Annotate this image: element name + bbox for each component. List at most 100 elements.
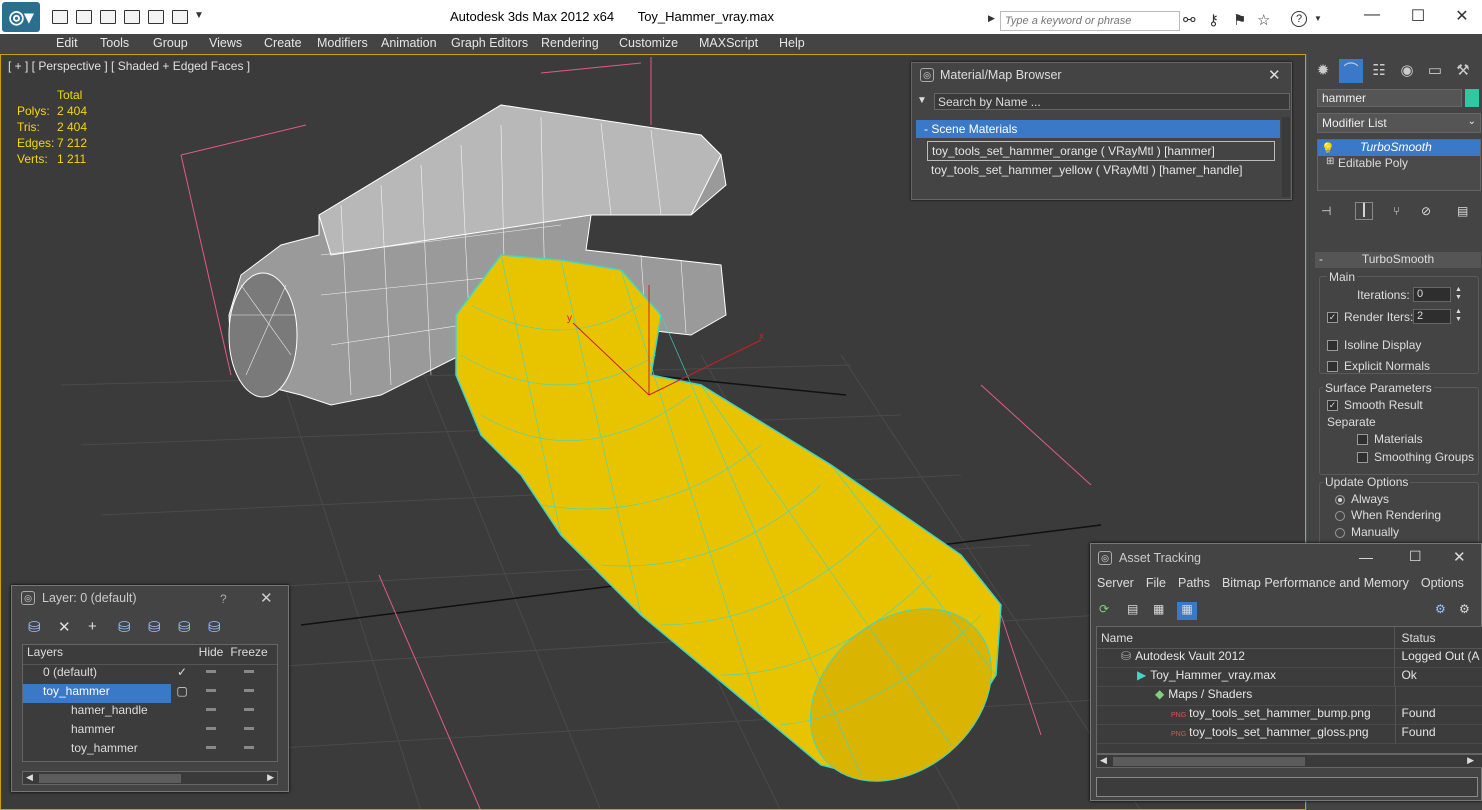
asset-row[interactable]: ⛁ Autodesk Vault 2012 Logged Out (A (1097, 649, 1482, 668)
smoothing-groups-checkbox[interactable]: Smoothing Groups (1357, 450, 1474, 464)
app-menu-button[interactable]: ◎▾ (2, 2, 40, 32)
asset-path-field[interactable] (1096, 777, 1478, 797)
menu-customize[interactable]: Customize (619, 36, 678, 50)
modify-tab-icon[interactable]: ⌒ (1339, 59, 1363, 83)
add-to-layer-icon[interactable]: + (88, 618, 97, 635)
explicit-normals-checkbox[interactable]: Explicit Normals (1327, 359, 1430, 373)
search-input[interactable]: Type a keyword or phrase (1000, 11, 1180, 31)
minimize-button[interactable]: — (1352, 6, 1392, 24)
minimize-button[interactable]: — (1359, 549, 1373, 565)
scroll-left-icon[interactable]: ◀ (1100, 755, 1107, 766)
tree-view-icon[interactable]: ▦ (1153, 602, 1164, 616)
material-row[interactable]: toy_tools_set_hammer_orange ( VRayMtl ) … (927, 141, 1275, 161)
menu-file[interactable]: File (1146, 576, 1166, 590)
communication-center-icon[interactable]: ⚑ (1233, 11, 1246, 29)
open-file-icon[interactable] (52, 10, 68, 24)
undo-icon[interactable] (148, 10, 164, 24)
freeze-toggle[interactable]: ▬ (229, 703, 269, 722)
menu-group[interactable]: Group (153, 36, 188, 50)
delete-layer-icon[interactable]: ✕ (58, 618, 71, 636)
scroll-thumb[interactable] (39, 774, 181, 783)
redo-icon[interactable] (172, 10, 188, 24)
asset-row[interactable]: ▶ Toy_Hammer_vray.max Ok (1097, 668, 1482, 687)
search-expand-icon[interactable]: ▶ (988, 13, 995, 24)
display-tab-icon[interactable]: ▭ (1423, 59, 1447, 83)
binoculars-icon[interactable]: ⚯ (1183, 11, 1196, 29)
col-freeze[interactable]: Freeze (229, 645, 269, 664)
asset-row[interactable]: PNG toy_tools_set_hammer_bump.png Found (1097, 706, 1482, 725)
menu-help[interactable]: Help (779, 36, 805, 50)
freeze-toggle[interactable]: ▬ (229, 741, 269, 760)
iterations-spinner[interactable]: 0 (1413, 287, 1451, 302)
hide-toggle[interactable]: ▬ (193, 722, 229, 741)
menu-edit[interactable]: Edit (56, 36, 78, 50)
lightbulb-icon[interactable]: 💡 (1321, 142, 1335, 155)
menu-tools[interactable]: Tools (100, 36, 129, 50)
help-dropdown-icon[interactable]: ▼ (1314, 14, 1322, 23)
scene-materials-group[interactable]: - Scene Materials (916, 120, 1280, 138)
stack-item-editable-poly[interactable]: ⊞ Editable Poly (1318, 156, 1480, 172)
freeze-toggle[interactable]: ▬ (229, 665, 269, 684)
show-end-result-icon[interactable]: ┃ (1355, 202, 1373, 220)
spinner-arrows-icon[interactable]: ▲ ▼ (1455, 308, 1462, 324)
hide-unhide-all-icon[interactable]: ⛁ (178, 618, 191, 636)
remove-modifier-icon[interactable]: ⊘ (1421, 204, 1431, 218)
help-icon[interactable]: ? (220, 592, 227, 606)
hide-toggle[interactable]: ▬ (193, 703, 229, 722)
vertical-scrollbar[interactable] (1282, 117, 1290, 197)
create-tab-icon[interactable]: ✹ (1311, 59, 1335, 83)
material-search-input[interactable]: Search by Name ... (934, 93, 1290, 110)
materials-checkbox[interactable]: Materials (1357, 432, 1423, 446)
close-icon[interactable]: ✕ (260, 589, 273, 607)
context-help-icon[interactable]: ⚙ (1459, 602, 1470, 616)
render-iters-checkbox[interactable]: ✓ Render Iters: (1327, 310, 1413, 324)
save-file-icon[interactable] (76, 10, 92, 24)
freeze-toggle[interactable]: ▬ (229, 684, 269, 703)
menu-views[interactable]: Views (209, 36, 242, 50)
current-layer-checkmark-icon[interactable]: ✓ (171, 665, 193, 684)
set-current-layer-icon[interactable]: ▢ (171, 684, 193, 703)
subscription-key-icon[interactable]: ⚷ (1208, 11, 1219, 29)
hierarchy-tab-icon[interactable]: ☷ (1367, 59, 1391, 83)
layer-row[interactable]: hamer_handle ▬ ▬ (23, 703, 277, 722)
hide-toggle[interactable]: ▬ (193, 665, 229, 684)
modifier-list-dropdown[interactable]: Modifier List ⌄ (1317, 113, 1481, 133)
stack-item-turbosmooth[interactable]: TurboSmooth (1318, 140, 1480, 156)
highlight-selected-layer-icon[interactable]: ⛁ (148, 618, 161, 636)
maximize-button[interactable]: ☐ (1409, 548, 1422, 565)
select-objects-in-layer-icon[interactable]: ⛁ (118, 618, 131, 636)
options-dropdown-icon[interactable]: ▼ (917, 95, 927, 106)
help-icon[interactable]: ? (1291, 11, 1307, 27)
layer-row[interactable]: 0 (default) ✓ ▬ ▬ (23, 665, 277, 684)
layer-row[interactable]: hammer ▬ ▬ (23, 722, 277, 741)
expand-plus-icon[interactable]: ⊞ (1326, 156, 1334, 167)
scroll-right-icon[interactable]: ▶ (267, 772, 274, 783)
horizontal-scrollbar[interactable]: ◀ ▶ (22, 771, 278, 785)
configure-modifier-sets-icon[interactable]: ▤ (1457, 204, 1468, 218)
list-view-icon[interactable]: ▤ (1127, 602, 1138, 616)
manually-radio[interactable]: Manually (1335, 525, 1399, 539)
create-layer-icon[interactable]: ⛁ (28, 618, 41, 636)
viewport-label[interactable]: [ + ] [ Perspective ] [ Shaded + Edged F… (8, 59, 250, 73)
col-layers[interactable]: Layers (23, 645, 171, 664)
utilities-tab-icon[interactable]: ⚒ (1451, 59, 1475, 83)
maximize-button[interactable]: ☐ (1398, 6, 1438, 26)
menu-animation[interactable]: Animation (381, 36, 437, 50)
layer-row[interactable]: toy_hammer ▢ ▬ ▬ (23, 684, 277, 703)
menu-server[interactable]: Server (1097, 576, 1134, 590)
col-hide[interactable]: Hide (193, 645, 229, 664)
scroll-left-icon[interactable]: ◀ (26, 772, 33, 783)
new-scene-icon[interactable] (100, 10, 116, 24)
menu-rendering[interactable]: Rendering (541, 36, 599, 50)
when-rendering-radio[interactable]: When Rendering (1335, 508, 1441, 522)
object-name-field[interactable]: hammer (1317, 89, 1462, 107)
asset-row[interactable]: ◆ Maps / Shaders (1097, 687, 1482, 706)
motion-tab-icon[interactable]: ◉ (1395, 59, 1419, 83)
menu-bitmap-performance[interactable]: Bitmap Performance and Memory (1222, 576, 1409, 590)
freeze-unfreeze-all-icon[interactable]: ⛁ (208, 618, 221, 636)
scroll-thumb[interactable] (1113, 757, 1305, 766)
scroll-right-icon[interactable]: ▶ (1467, 755, 1474, 766)
pin-stack-icon[interactable]: ⊣ (1321, 204, 1331, 218)
asset-row[interactable]: PNG toy_tools_set_hammer_gloss.png Found (1097, 725, 1482, 744)
make-unique-icon[interactable]: ⑂ (1393, 204, 1400, 218)
